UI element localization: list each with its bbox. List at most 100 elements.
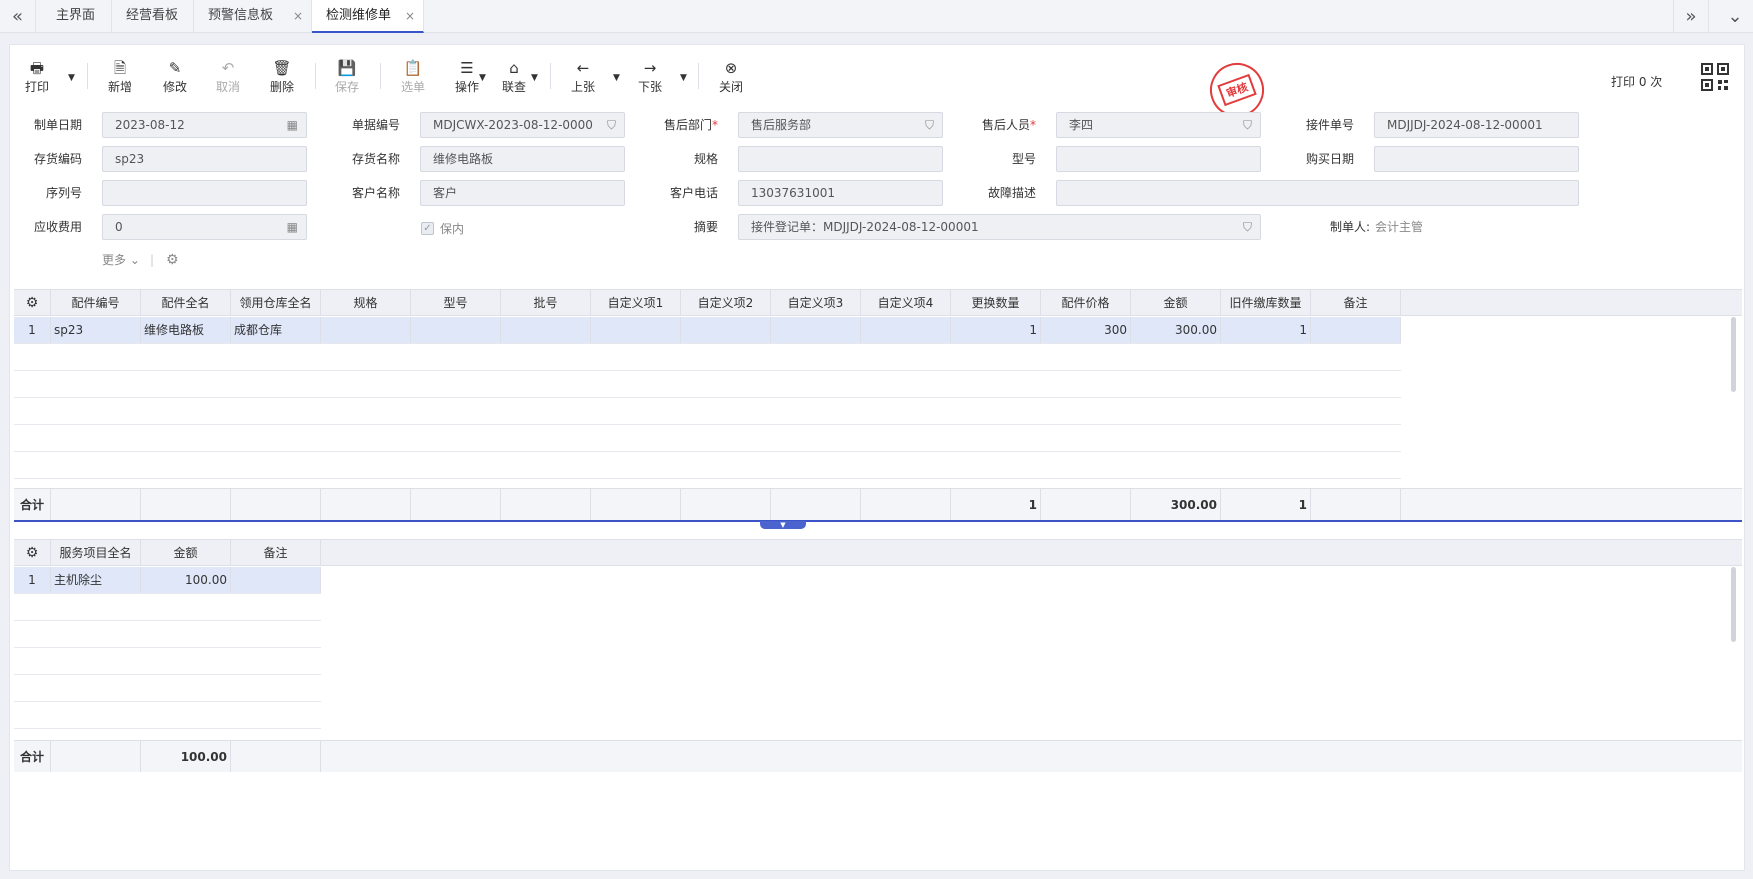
empty-row[interactable] [14,452,1401,479]
empty-row[interactable] [14,425,1401,452]
cell-part-code[interactable]: sp23 [51,317,141,343]
print-dropdown-icon[interactable]: ▼ [68,73,75,83]
cell-amount[interactable]: 300.00 [1131,317,1221,343]
warranty-checkbox[interactable]: ✓ 保内 [421,215,464,241]
table-row[interactable]: 1 sp23 维修电路板 成都仓库 1 300 300.00 1 [14,317,1401,344]
dept-field[interactable]: 售后服务部 ⛉ [738,112,943,138]
grid-settings-icon[interactable]: ⚙ [14,540,51,565]
col-header[interactable]: 自定义项2 [681,290,771,315]
cell-note[interactable] [1311,317,1401,343]
service-grid-scrollbar[interactable] [1731,567,1736,642]
link-query-button[interactable]: ⌂ 联查 [492,58,536,95]
cell-custom4[interactable] [861,317,951,343]
qr-code-icon[interactable] [1701,63,1729,91]
docno-field[interactable]: MDJCWX-2023-08-12-0000 ⛉ [420,112,625,138]
col-header[interactable]: 更换数量 [951,290,1041,315]
empty-row[interactable] [14,594,321,621]
cell-old-qty[interactable]: 1 [1221,317,1311,343]
col-header[interactable]: 备注 [1311,290,1401,315]
col-header[interactable]: 型号 [411,290,501,315]
cell-warehouse[interactable]: 成都仓库 [231,317,321,343]
cancel-button[interactable]: ↶ 取消 [206,58,250,95]
tab-alerts[interactable]: 预警信息板 × [194,0,312,33]
save-button[interactable]: 💾 保存 [325,58,369,95]
col-header[interactable]: 批号 [501,290,591,315]
empty-row[interactable] [14,371,1401,398]
col-header[interactable]: 领用仓库全名 [231,290,321,315]
col-header[interactable]: 配件价格 [1041,290,1131,315]
table-row[interactable]: 1 主机除尘 100.00 [14,567,321,594]
summary-field[interactable]: 接件登记单：MDJJDJ-2024-08-12-00001 ⛉ [738,214,1261,240]
empty-row[interactable] [14,648,321,675]
calculator-icon[interactable]: ▦ [287,215,298,239]
expand-right-icon[interactable]: » [1673,0,1709,33]
filter-icon[interactable]: ⛉ [1243,113,1252,137]
col-header[interactable]: 自定义项4 [861,290,951,315]
tab-repair-order[interactable]: 检测维修单 × [312,0,424,33]
col-header[interactable]: 金额 [1131,290,1221,315]
cell-note[interactable] [231,567,321,593]
delete-button[interactable]: 🗑 删除 [260,58,304,95]
print-button[interactable]: 🖶 打印 [15,58,59,95]
calendar-icon[interactable]: ▦ [287,113,298,137]
chevron-down-icon[interactable]: ⌄ [1717,0,1753,33]
prev-dropdown-icon[interactable]: ▼ [613,73,620,83]
cell-custom1[interactable] [591,317,681,343]
stockname-field[interactable]: 维修电路板 [420,146,625,172]
cell-batch[interactable] [501,317,591,343]
close-button[interactable]: ⊗ 关闭 [709,58,753,95]
cell-part-name[interactable]: 维修电路板 [141,317,231,343]
date-field[interactable]: 2023-08-12 ▦ [102,112,307,138]
cell-qty[interactable]: 1 [951,317,1041,343]
filter-icon[interactable]: ⛉ [607,113,616,137]
select-order-button[interactable]: 📋 选单 [391,58,435,95]
staff-field[interactable]: 李四 ⛉ [1056,112,1261,138]
fee-field[interactable]: 0 ▦ [102,214,307,240]
close-tab-icon[interactable]: × [293,0,303,32]
col-header[interactable]: 自定义项1 [591,290,681,315]
next-dropdown-icon[interactable]: ▼ [680,73,687,83]
cell-spec[interactable] [321,317,411,343]
prev-button[interactable]: ← 上张 [561,58,605,95]
col-header[interactable]: 规格 [321,290,411,315]
empty-row[interactable] [14,398,1401,425]
tab-dashboard[interactable]: 经营看板 [112,0,194,33]
settings-icon[interactable]: ⚙ [166,250,179,270]
cell-model[interactable] [411,317,501,343]
splitter-handle-icon[interactable]: ▼ [760,521,806,529]
col-header[interactable]: 服务项目全名 [51,540,141,565]
purchase-date-field[interactable] [1374,146,1579,172]
filter-icon[interactable]: ⛉ [1243,215,1252,239]
more-toggle[interactable]: 更多 ⌄ [102,250,140,270]
add-button[interactable]: 🗎 新增 [98,58,142,95]
cell-amount[interactable]: 100.00 [141,567,231,593]
grid-settings-icon[interactable]: ⚙ [14,290,51,315]
cell-custom3[interactable] [771,317,861,343]
col-header[interactable]: 旧件缴库数量 [1221,290,1311,315]
col-header[interactable]: 自定义项3 [771,290,861,315]
empty-row[interactable] [14,344,1401,371]
operate-dropdown-icon[interactable]: ▼ [479,73,486,83]
col-header[interactable]: 备注 [231,540,321,565]
phone-field[interactable]: 13037631001 [738,180,943,206]
next-button[interactable]: → 下张 [628,58,672,95]
model-field[interactable] [1056,146,1261,172]
close-tab-icon[interactable]: × [405,0,415,32]
tab-main[interactable]: 主界面 [42,0,112,33]
parts-grid-scrollbar[interactable] [1731,317,1736,392]
cell-price[interactable]: 300 [1041,317,1131,343]
stockcode-field[interactable]: sp23 [102,146,307,172]
col-header[interactable]: 配件编号 [51,290,141,315]
cell-service-name[interactable]: 主机除尘 [51,567,141,593]
filter-icon[interactable]: ⛉ [925,113,934,137]
col-header[interactable]: 金额 [141,540,231,565]
receipt-field[interactable]: MDJJDJ-2024-08-12-00001 [1374,112,1579,138]
edit-button[interactable]: ✎ 修改 [153,58,197,95]
empty-row[interactable] [14,702,321,729]
linkquery-dropdown-icon[interactable]: ▼ [531,73,538,83]
spec-field[interactable] [738,146,943,172]
customer-field[interactable]: 客户 [420,180,625,206]
pane-splitter[interactable] [14,520,1742,522]
col-header[interactable]: 配件全名 [141,290,231,315]
collapse-left-icon[interactable]: « [0,0,36,33]
